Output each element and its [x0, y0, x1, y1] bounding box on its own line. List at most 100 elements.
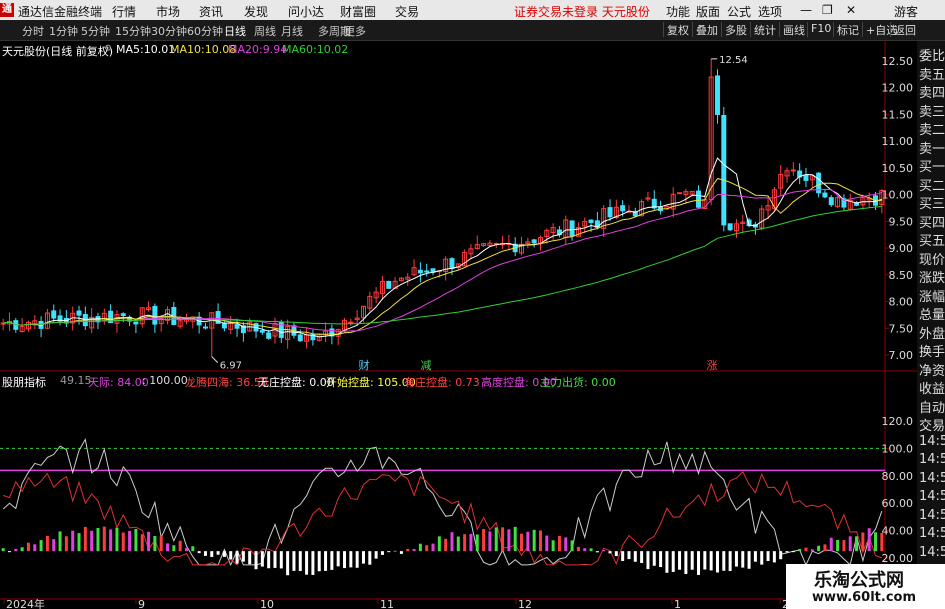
side-panel-item[interactable]: 涨跌	[919, 267, 945, 286]
histogram-bar	[317, 551, 321, 572]
histogram-bar	[33, 544, 37, 552]
histogram-bar	[646, 551, 650, 570]
ind-tick-label: 80.00	[882, 470, 914, 483]
side-panel-item[interactable]: 自动	[919, 397, 945, 416]
side-panel-item[interactable]: 买五	[919, 230, 945, 249]
event-marker-1: 减	[421, 359, 432, 372]
menu-2[interactable]: 资讯	[199, 3, 223, 20]
side-panel-item[interactable]: 卖二	[919, 119, 945, 138]
period-tab-5[interactable]: 60分钟	[187, 23, 223, 39]
right-menu-2[interactable]: 公式	[727, 3, 751, 20]
side-panel-item[interactable]: 买二	[919, 175, 945, 194]
toolbar-button-8[interactable]: 返回	[890, 22, 916, 37]
histogram-bar	[14, 548, 18, 552]
side-panel-item[interactable]: 卖一	[919, 138, 945, 157]
ma-line-5	[3, 157, 882, 338]
ma-value: 10.02	[316, 43, 349, 56]
histogram-bar	[210, 551, 214, 557]
histogram-bar	[248, 551, 252, 565]
toolbar-button-1[interactable]: 叠加	[692, 22, 718, 37]
side-panel-item[interactable]: 14:5	[919, 471, 945, 486]
side-panel-item[interactable]: 14:5	[919, 434, 945, 449]
close-icon[interactable]: ✕	[846, 3, 856, 17]
menu-4[interactable]: 问小达	[288, 3, 324, 20]
histogram-bar	[229, 551, 233, 560]
candle-body	[266, 332, 272, 339]
histogram-bar	[697, 551, 701, 575]
side-panel-item[interactable]: 买三	[919, 193, 945, 212]
period-tab-8[interactable]: 月线	[281, 23, 303, 39]
histogram-bar	[45, 535, 49, 552]
histogram-bar	[311, 551, 315, 575]
toolbar-button-6[interactable]: 标记	[833, 22, 859, 37]
minimize-icon[interactable]: —	[800, 3, 812, 17]
side-panel-item[interactable]: 卖三	[919, 101, 945, 120]
side-panel-item[interactable]: 买四	[919, 212, 945, 231]
histogram-bar	[166, 543, 170, 552]
histogram-bar	[121, 532, 125, 552]
side-panel-item[interactable]: 14:5	[919, 489, 945, 504]
side-panel-item[interactable]: 卖四	[919, 82, 945, 101]
side-panel-item[interactable]: 净资	[919, 360, 945, 379]
histogram-bar	[772, 551, 776, 563]
chart-canvas[interactable]: 12.50 12.00 11.50 11.00 10.50 10.00 9.50 9.00 8.…	[0, 41, 917, 609]
side-panel-item[interactable]: 14:5	[919, 452, 945, 467]
histogram-bar	[836, 539, 840, 552]
right-menu-1[interactable]: 版面	[696, 3, 720, 20]
restore-icon[interactable]: ❐	[822, 3, 833, 17]
histogram-bar	[115, 527, 119, 552]
side-panel-item[interactable]: 委比	[919, 45, 945, 64]
price-tick-label: 11.50	[882, 108, 914, 121]
candle-body	[133, 321, 139, 325]
side-panel-item[interactable]: 14:5	[919, 508, 945, 523]
side-panel-item[interactable]: 总量	[919, 304, 945, 323]
histogram-bar	[867, 528, 871, 552]
side-panel-item[interactable]: 涨幅	[919, 286, 945, 305]
period-tab-7[interactable]: 周线	[254, 23, 276, 39]
price-tick-label: 10.50	[882, 162, 914, 175]
histogram-bar	[172, 545, 176, 552]
period-tab-0[interactable]: 分时	[22, 23, 44, 39]
toolbar-button-0[interactable]: 复权	[663, 22, 689, 37]
settings-gear-icon[interactable]: ⚙	[104, 44, 112, 54]
side-panel-item[interactable]: 现价	[919, 249, 945, 268]
event-marker-2: 涨	[707, 359, 718, 372]
histogram-bar	[520, 533, 524, 552]
histogram-bar	[134, 528, 138, 552]
date-label: 10	[260, 598, 274, 609]
period-tab-1[interactable]: 1分钟	[49, 23, 78, 39]
menu-1[interactable]: 市场	[156, 3, 180, 20]
guest-label[interactable]: 游客	[894, 3, 918, 20]
candle-body	[424, 270, 430, 273]
toolbar-button-3[interactable]: 统计	[750, 22, 776, 37]
histogram-bar	[355, 551, 359, 568]
side-panel-item[interactable]: 外盘	[919, 323, 945, 342]
toolbar-button-4[interactable]: 画线	[779, 22, 805, 37]
side-panel-item[interactable]: 14:5	[919, 526, 945, 541]
period-tab-2[interactable]: 5分钟	[81, 23, 110, 39]
menu-5[interactable]: 财富圈	[340, 3, 376, 20]
period-tab-3[interactable]: 15分钟	[115, 23, 151, 39]
menu-0[interactable]: 行情	[112, 3, 136, 20]
menu-3[interactable]: 发现	[244, 3, 268, 20]
side-panel-item[interactable]: 交易	[919, 415, 945, 434]
low-label: 6.97	[220, 361, 242, 372]
right-menu-0[interactable]: 功能	[666, 3, 690, 20]
period-tab-10[interactable]: 更多	[344, 23, 366, 39]
right-menu-3[interactable]: 选项	[758, 3, 782, 20]
histogram-bar	[798, 548, 802, 552]
login-notice[interactable]: 证券交易未登录 天元股份	[514, 3, 650, 20]
toolbar-button-5[interactable]: F10	[807, 22, 831, 37]
side-panel-item[interactable]: 14:5	[919, 545, 945, 560]
histogram-bar	[488, 531, 492, 552]
menu-6[interactable]: 交易	[395, 3, 419, 20]
histogram-bar	[197, 551, 201, 554]
period-tab-6[interactable]: 日线	[224, 23, 246, 39]
side-panel-item[interactable]: 买一	[919, 156, 945, 175]
period-tab-4[interactable]: 30分钟	[151, 23, 187, 39]
side-panel-item[interactable]: 换手	[919, 341, 945, 360]
side-panel-item[interactable]: 收益	[919, 378, 945, 397]
side-panel-item[interactable]: 卖五	[919, 64, 945, 83]
toolbar-button-2[interactable]: 多股	[721, 22, 747, 37]
histogram-bar	[545, 535, 549, 552]
